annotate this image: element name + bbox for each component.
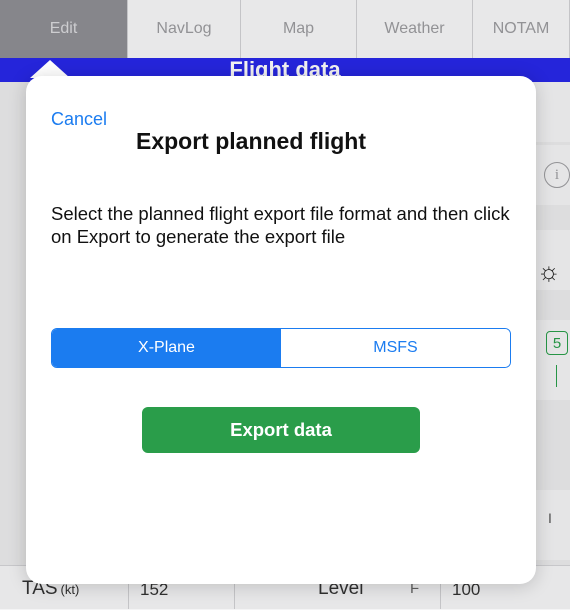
export-data-button[interactable]: Export data — [142, 407, 420, 453]
format-segmented-control: X-Plane MSFS — [51, 328, 511, 368]
cancel-button[interactable]: Cancel — [51, 109, 107, 130]
dialog-description: Select the planned flight export file fo… — [51, 203, 510, 247]
format-option-msfs[interactable]: MSFS — [281, 329, 510, 367]
format-option-xplane[interactable]: X-Plane — [52, 329, 281, 367]
export-dialog: Cancel Export planned flight Select the … — [26, 76, 536, 584]
dialog-title: Export planned flight — [136, 128, 366, 154]
